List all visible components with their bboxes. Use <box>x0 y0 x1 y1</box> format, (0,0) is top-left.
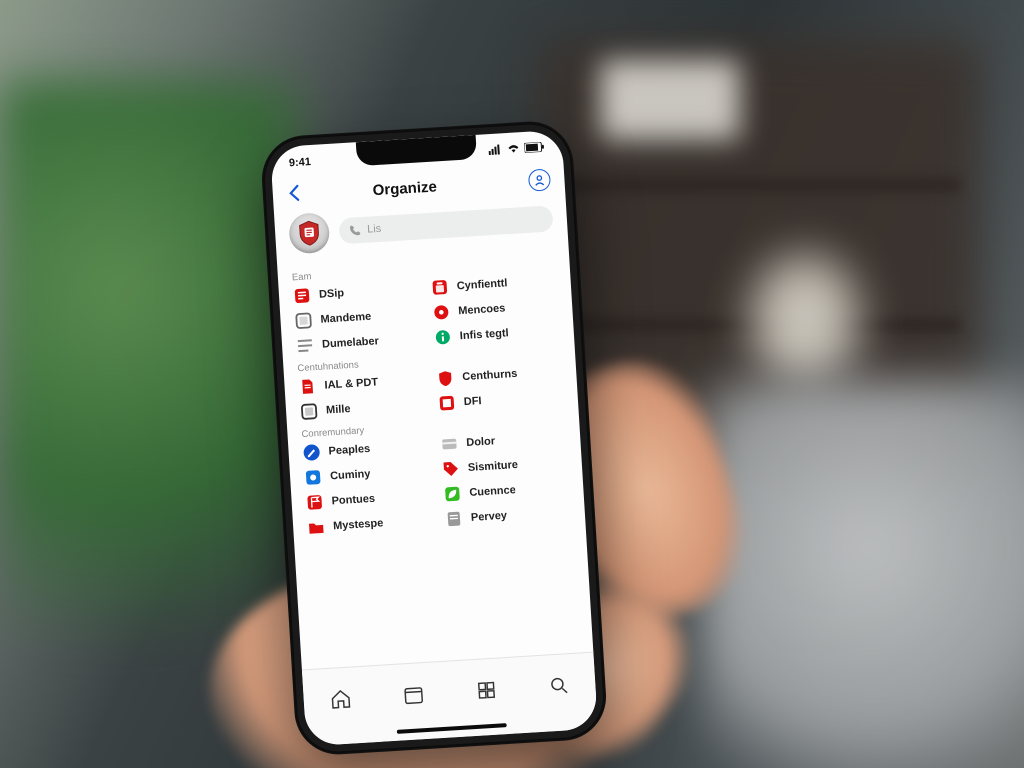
category-label: DFI <box>463 395 481 408</box>
search-tab-icon <box>547 674 570 697</box>
phone-icon <box>349 224 362 237</box>
category-label: Mencoes <box>458 302 506 317</box>
note-icon <box>444 509 463 528</box>
calendar-icon <box>401 683 424 706</box>
phone-screen: 9:41 Organize <box>270 130 598 747</box>
battery-icon <box>524 141 545 155</box>
category-label: DSip <box>319 287 345 301</box>
lines-icon <box>296 336 315 355</box>
grid-icon <box>474 679 497 702</box>
clipboard-icon <box>430 278 449 297</box>
status-time: 9:41 <box>289 156 312 169</box>
category-item[interactable]: DFI <box>437 387 564 413</box>
tab-grid[interactable] <box>472 677 500 705</box>
room-scene: 9:41 Organize <box>0 0 1024 768</box>
page-icon <box>298 377 317 396</box>
profile-button[interactable] <box>528 168 551 191</box>
tab-search-tab[interactable] <box>545 672 573 700</box>
square-icon <box>294 311 313 330</box>
gear-icon <box>432 303 451 322</box>
tab-home[interactable] <box>327 685 355 713</box>
category-item[interactable]: Mandeme <box>294 305 421 331</box>
tag-icon <box>441 459 460 478</box>
category-item[interactable]: DSip <box>293 280 420 306</box>
category-item[interactable]: Centhurns <box>436 362 563 388</box>
tab-bar <box>302 652 598 747</box>
tab-calendar[interactable] <box>399 681 427 709</box>
signal-icon <box>488 144 503 158</box>
home-icon <box>329 688 352 711</box>
category-label: Sismiture <box>468 459 519 474</box>
card-icon <box>440 435 459 454</box>
category-label: Centhurns <box>462 368 518 383</box>
phone-frame: 9:41 Organize <box>259 119 608 757</box>
category-item[interactable]: Mystespe <box>307 511 434 537</box>
file-icon <box>437 394 456 413</box>
category-label: IAL & PDT <box>324 376 378 391</box>
category-label: Dumelaber <box>322 335 379 350</box>
section-grid: DSip Cynfienttl Mandeme Mencoes Dumelaber Inf… <box>293 271 561 355</box>
section-grid: Peaples Dolor Cuminy Sismiture Pontues Cuennc… <box>302 428 571 537</box>
category-item[interactable]: Sismiture <box>441 453 568 479</box>
category-label: Dolor <box>466 435 495 449</box>
badge-icon <box>436 369 455 388</box>
category-label: Infis tegtl <box>459 327 509 342</box>
category-item[interactable]: Cuennce <box>443 478 570 504</box>
category-item[interactable]: Dolor <box>440 428 567 454</box>
category-item[interactable]: IAL & PDT <box>298 370 425 396</box>
flag-icon <box>305 493 324 512</box>
page-title: Organize <box>288 173 521 204</box>
category-label: Pervey <box>471 510 508 524</box>
category-label: Mille <box>326 403 351 416</box>
info-icon <box>433 328 452 347</box>
category-item[interactable]: Pervey <box>444 503 571 529</box>
books <box>600 60 740 140</box>
shield-badge-icon <box>297 220 321 247</box>
category-item[interactable]: Peaples <box>302 436 429 462</box>
category-label: Pontues <box>331 493 375 508</box>
search-field[interactable]: Lis <box>338 205 553 244</box>
category-label: Cynfienttl <box>456 277 507 292</box>
leaf-icon <box>443 484 462 503</box>
search-placeholder: Lis <box>367 223 382 236</box>
folder-icon <box>307 518 326 537</box>
doc-icon <box>293 286 312 305</box>
pen-icon <box>302 443 321 462</box>
category-label: Cuennce <box>469 484 516 499</box>
category-list[interactable]: EamDSipCynfienttlMandemeMencoesDumelaber… <box>277 247 595 702</box>
category-item[interactable]: Infis tegtl <box>433 321 560 347</box>
category-label: Cuminy <box>330 468 371 482</box>
app-icon <box>304 468 323 487</box>
category-item[interactable]: Mencoes <box>432 296 559 322</box>
category-item[interactable]: Dumelaber <box>296 330 423 356</box>
shelf-edge <box>560 180 960 190</box>
square-icon <box>300 402 319 421</box>
wifi-icon <box>506 143 521 157</box>
category-label: Peaples <box>328 443 370 458</box>
armchair <box>700 380 1024 768</box>
category-label: Mandeme <box>320 311 371 326</box>
category-item[interactable]: Mille <box>300 395 427 421</box>
app-badge[interactable] <box>288 212 330 254</box>
vase <box>750 250 860 390</box>
category-item[interactable]: Pontues <box>305 486 432 512</box>
category-item[interactable]: Cynfienttl <box>430 271 557 297</box>
profile-icon <box>533 174 546 187</box>
category-label: Mystespe <box>333 517 384 532</box>
category-item[interactable]: Cuminy <box>304 461 431 487</box>
